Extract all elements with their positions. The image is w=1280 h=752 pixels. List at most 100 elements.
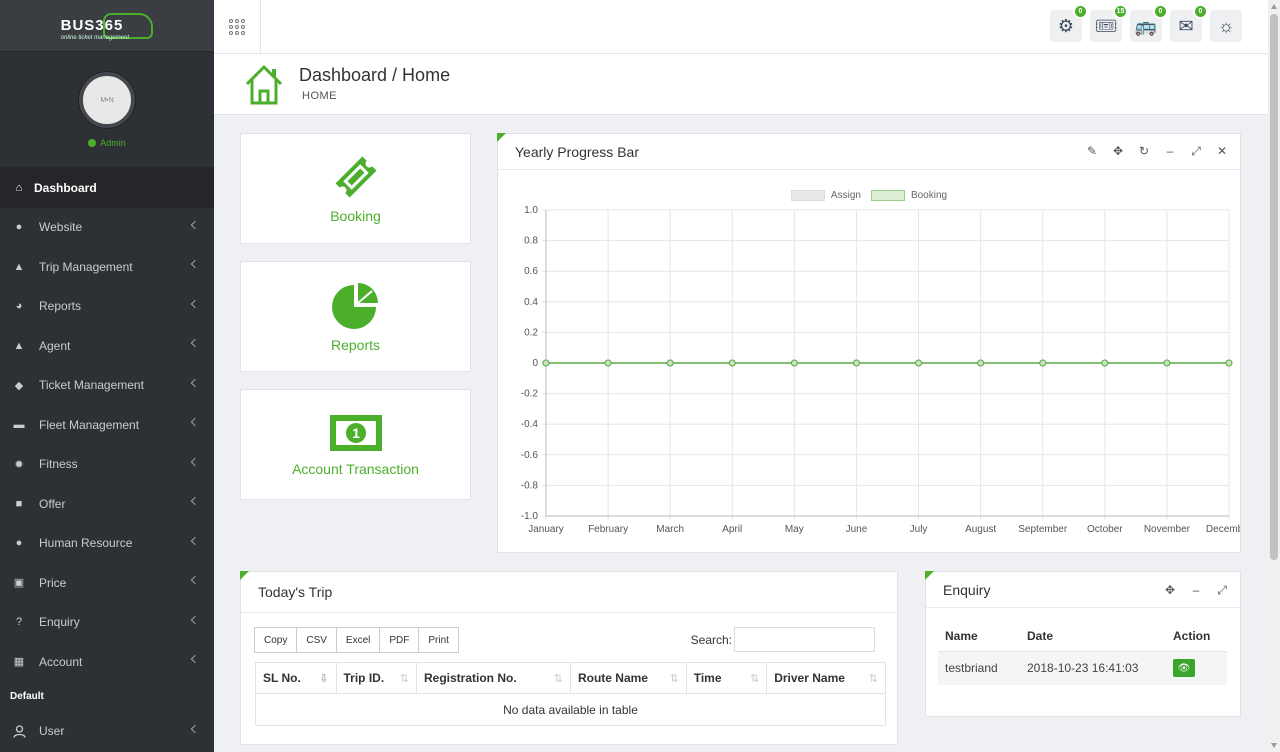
sidebar-item-account[interactable]: ▦ Account: [0, 642, 214, 682]
chevron-left-icon: [190, 496, 200, 506]
move-icon[interactable]: ✥: [1112, 144, 1124, 159]
sidebar-item-label: Trip Management: [39, 259, 133, 274]
tile-reports[interactable]: Reports: [240, 261, 471, 372]
sidebar-item-fleet-management[interactable]: ▬ Fleet Management: [0, 405, 214, 445]
chevron-left-icon: [190, 724, 200, 733]
column-header[interactable]: Date: [1020, 622, 1166, 652]
sidebar-item-dashboard[interactable]: ⌂ Dashboard: [0, 168, 214, 208]
chevron-left-icon: [190, 378, 200, 387]
pdf-button[interactable]: PDF: [379, 627, 420, 653]
chevron-left-icon: [190, 457, 200, 466]
sidebar-item-user[interactable]: User: [0, 712, 214, 752]
sidebar-item-reports[interactable]: ◕ Reports: [0, 287, 214, 327]
sun-button[interactable]: ☼: [1210, 10, 1242, 42]
copy-button[interactable]: Copy: [254, 627, 298, 653]
column-header[interactable]: Registration No. ⇅: [416, 662, 571, 694]
sidebar-item-label: Website: [39, 220, 83, 235]
refresh-icon[interactable]: ↻: [1138, 144, 1150, 159]
column-header[interactable]: Action: [1166, 622, 1227, 652]
tile-label: Booking: [330, 207, 381, 224]
scroll-down-icon[interactable]: [1271, 743, 1277, 748]
sidebar-item-label: Price: [39, 575, 67, 590]
data-point-booking: [790, 359, 798, 367]
fullscreen-icon[interactable]: ⤢: [1216, 583, 1228, 598]
sidebar-item-trip-management[interactable]: ▲ Trip Management: [0, 247, 214, 287]
money-bill-icon: 1: [329, 414, 382, 451]
data-point-assign: [666, 359, 674, 367]
sidebar-item-label: User: [39, 724, 65, 739]
data-point-booking: [728, 359, 736, 367]
notification-badge: 0: [1073, 4, 1088, 19]
column-header[interactable]: Driver Name ⇅: [766, 662, 886, 694]
sidebar-menu: ⌂ Dashboard ● Website ▲ Trip Management ◕ Repor…: [0, 168, 214, 682]
brand-logo[interactable]: BUS365 online ticket management: [0, 0, 214, 52]
pie-chart-icon: [331, 282, 378, 329]
scrollbar[interactable]: [1268, 0, 1280, 752]
column-header[interactable]: SL No. ⇩: [255, 662, 337, 694]
breadcrumb[interactable]: HOME: [302, 90, 337, 102]
sidebar-item-fitness[interactable]: ✹ Fitness: [0, 445, 214, 485]
data-point-booking: [852, 359, 860, 367]
sidebar-item-label: Dashboard: [34, 180, 97, 195]
enquiry-table: Name Date Action testbriand 2018-10-23 1…: [938, 622, 1227, 685]
column-header[interactable]: Route Name ⇅: [569, 662, 687, 694]
grid-icon: [229, 18, 245, 35]
tile-booking[interactable]: Booking: [240, 133, 471, 244]
role-status: Admin: [88, 138, 126, 148]
minimize-icon[interactable]: –: [1190, 583, 1202, 598]
column-header[interactable]: Time ⇅: [685, 662, 768, 694]
excel-button[interactable]: Excel: [335, 627, 381, 653]
table-row: No data available in table: [255, 693, 886, 726]
move-icon[interactable]: ✥: [1164, 583, 1176, 598]
avatar[interactable]: M•N: [79, 72, 135, 128]
sidebar-item-website[interactable]: ● Website: [0, 208, 214, 248]
sidebar-item-label: Ticket Management: [39, 378, 144, 393]
csv-button[interactable]: CSV: [296, 627, 337, 653]
legend-booking[interactable]: Booking: [870, 190, 947, 201]
chevron-left-icon: [190, 575, 200, 585]
data-point-booking: [915, 359, 923, 367]
scroll-thumb[interactable]: [1270, 14, 1278, 560]
chevron-left-icon: [190, 259, 200, 269]
sidebar-item-offer[interactable]: ■ Offer: [0, 484, 214, 524]
column-header[interactable]: Trip ID. ⇅: [335, 662, 417, 694]
legend-assign[interactable]: Assign: [790, 190, 861, 201]
ticket-button[interactable]: 🎟 15: [1090, 4, 1128, 42]
print-button[interactable]: Print: [418, 627, 459, 653]
car-icon: ▬: [13, 418, 25, 431]
bus-button[interactable]: 🚌 0: [1130, 4, 1168, 42]
globe-icon: ●: [15, 221, 23, 234]
gear-icon: ✹: [14, 458, 24, 471]
apps-grid-button[interactable]: [214, 0, 261, 53]
data-point-assign: [852, 359, 860, 367]
pie-icon: ◕: [15, 300, 23, 313]
column-header[interactable]: Name: [938, 622, 1020, 652]
close-icon[interactable]: ✕: [1216, 144, 1228, 159]
y-tick-label: -1.0: [521, 511, 539, 522]
search: Search:: [691, 627, 875, 652]
minimize-icon[interactable]: –: [1164, 144, 1176, 159]
data-point-booking: [1225, 359, 1233, 367]
chevron-left-icon: [190, 299, 200, 308]
sun-icon: ☼: [1217, 15, 1235, 36]
chevron-left-icon: [190, 338, 200, 348]
settings-button[interactable]: ⚙ 0: [1050, 4, 1088, 42]
sidebar-item-enquiry[interactable]: ? Enquiry: [0, 603, 214, 643]
scroll-up-icon[interactable]: [1271, 4, 1277, 9]
mail-button[interactable]: ✉ 0: [1170, 4, 1208, 42]
sidebar-item-ticket-management[interactable]: ◆ Ticket Management: [0, 366, 214, 406]
view-button[interactable]: 👁: [1173, 659, 1195, 678]
section-label: Default: [10, 691, 44, 702]
data-point-booking: [604, 359, 612, 367]
y-tick-label: -0.6: [521, 450, 539, 461]
empty-message: No data available in table: [255, 693, 886, 726]
sidebar-item-price[interactable]: ▣ Price: [0, 563, 214, 603]
sidebar-item-agent[interactable]: ▲ Agent: [0, 326, 214, 366]
data-point-assign: [1225, 359, 1233, 367]
tile-account-transaction[interactable]: 1 Account Transaction: [240, 389, 471, 500]
fullscreen-icon[interactable]: ⤢: [1190, 144, 1202, 159]
sidebar-item-human-resource[interactable]: ● Human Resource: [0, 524, 214, 564]
edit-icon[interactable]: ✎: [1086, 144, 1098, 159]
home-icon: ⌂: [15, 181, 23, 194]
search-input[interactable]: [734, 627, 875, 652]
